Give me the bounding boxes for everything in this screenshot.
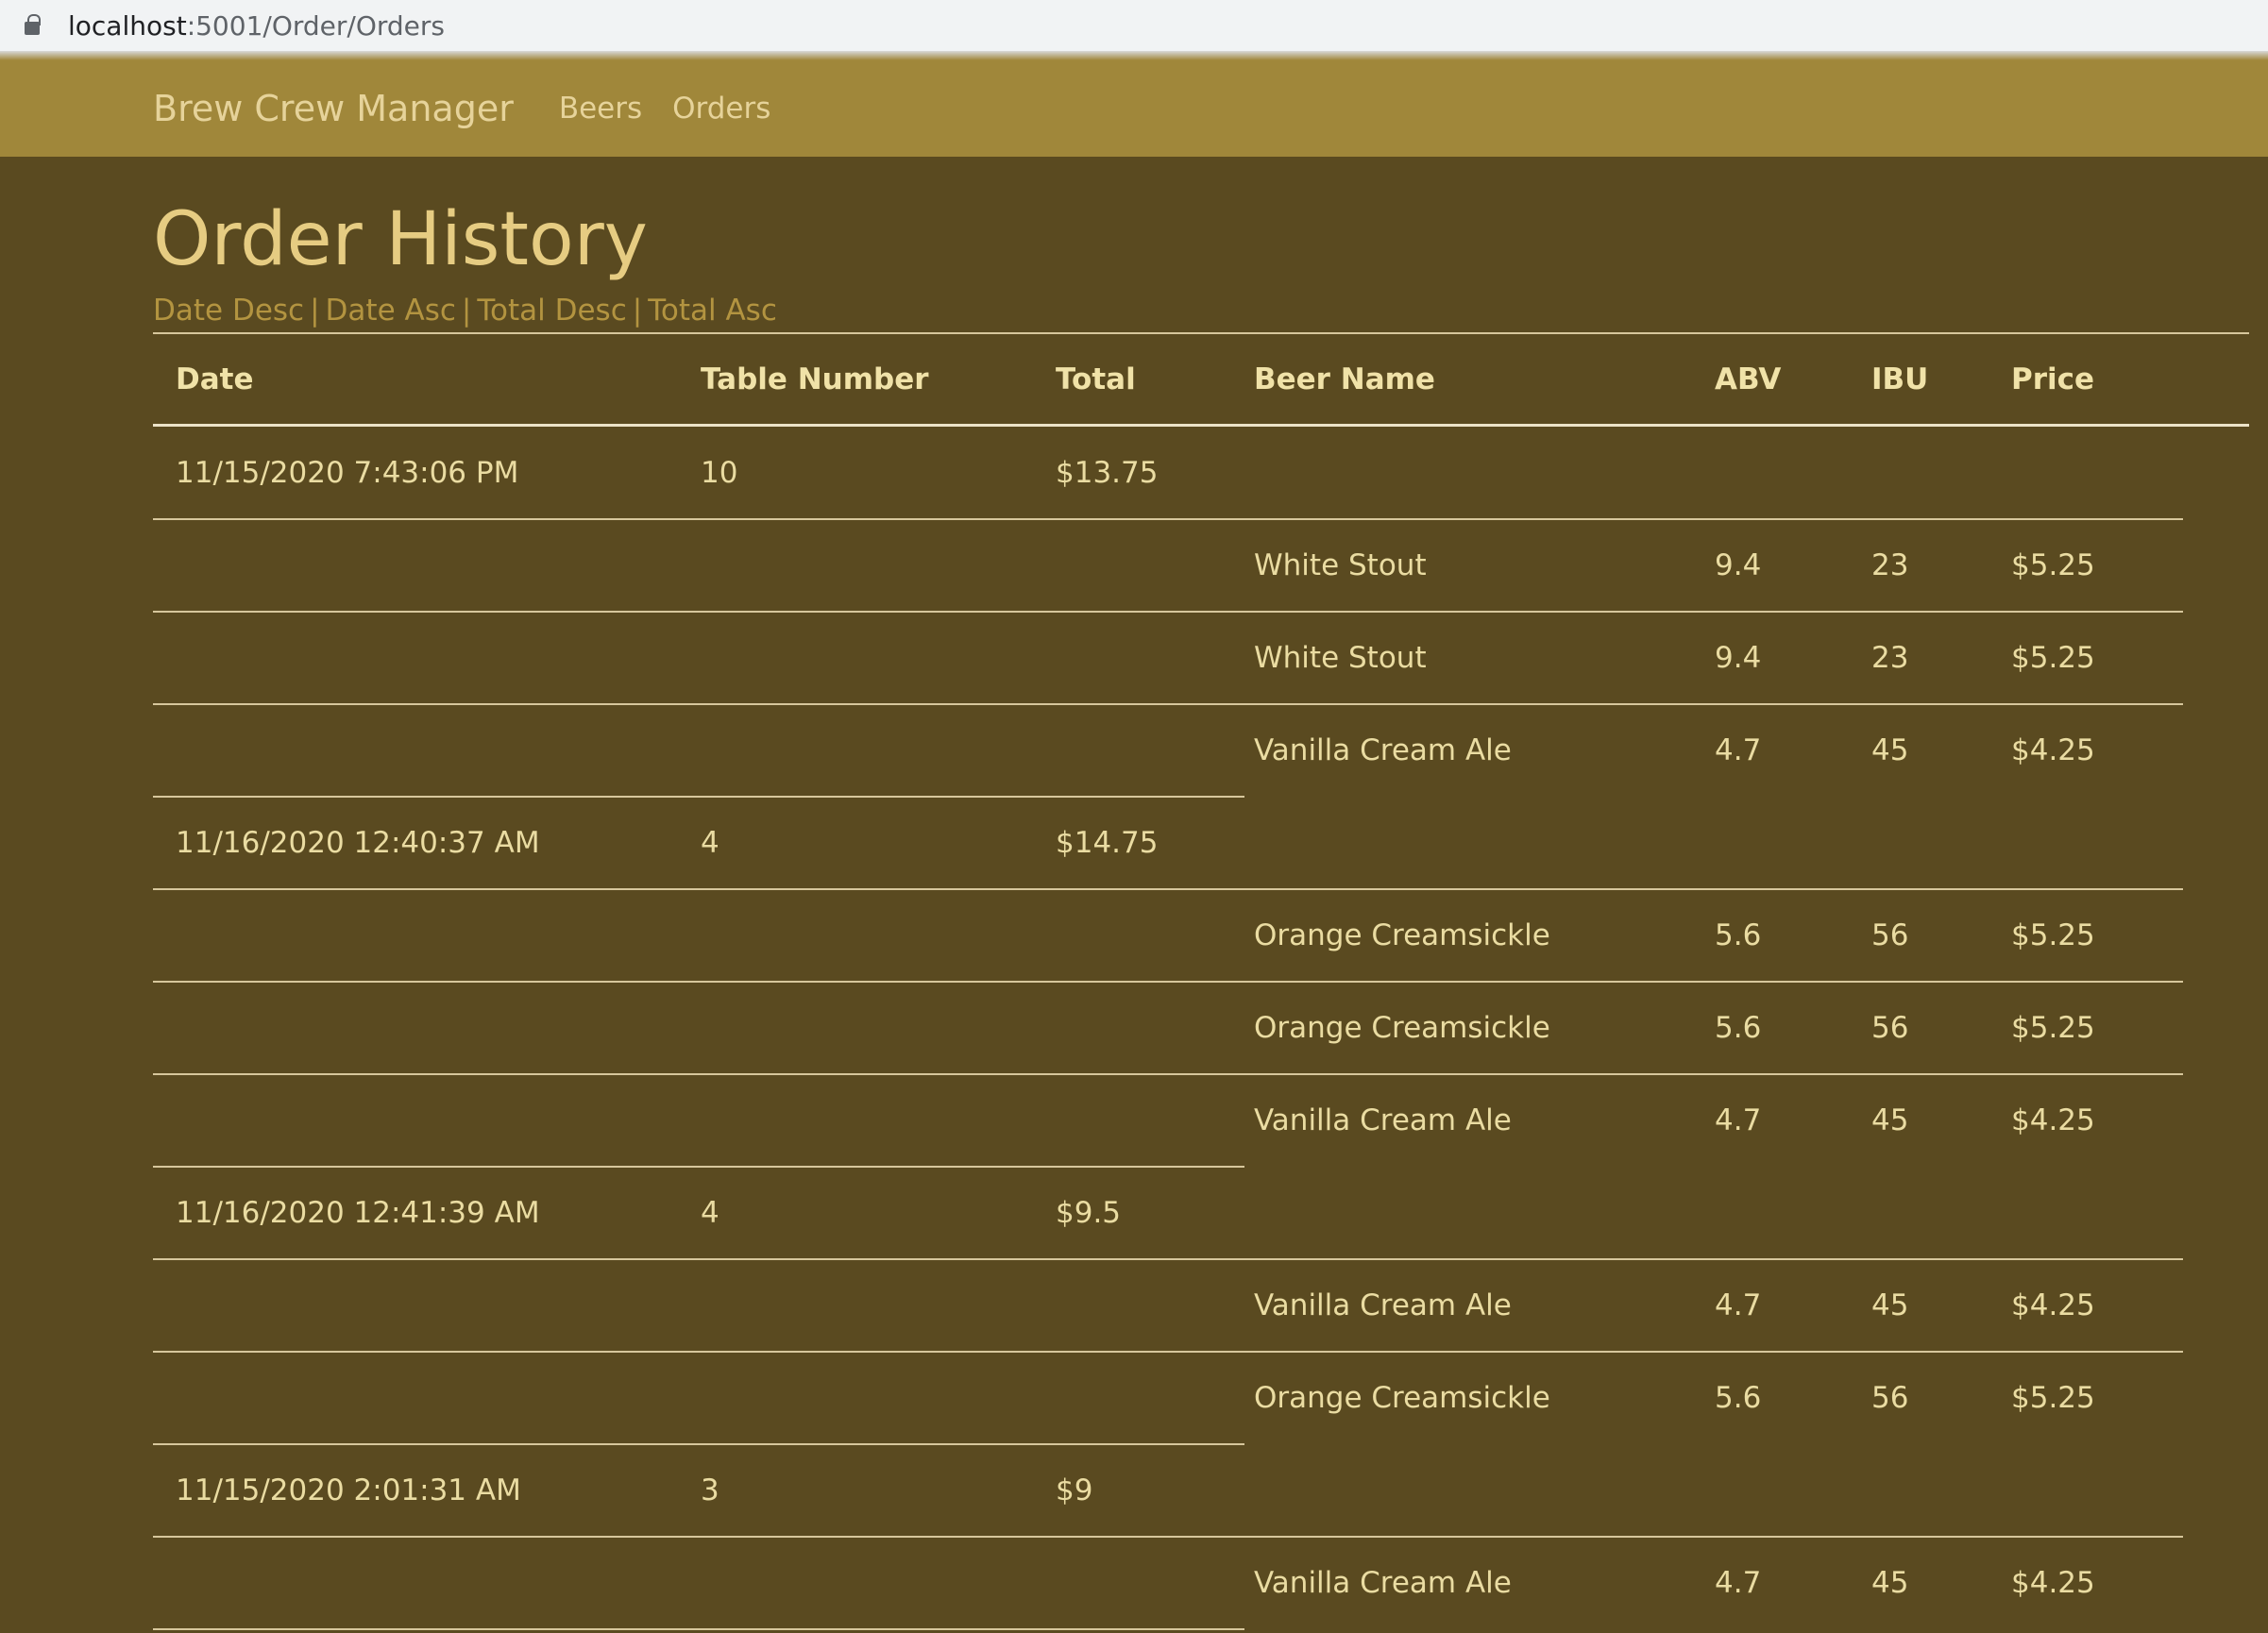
header-total: Total bbox=[1056, 362, 1136, 396]
sort-date-desc-link[interactable]: Date Desc bbox=[153, 294, 304, 328]
item-beer-name: Vanilla Cream Ale bbox=[1254, 1103, 1512, 1137]
order-total: $14.75 bbox=[1056, 826, 1159, 860]
order-row: 11/15/2020 2:01:31 AM 3 $9 bbox=[153, 1444, 2249, 1538]
item-beer-name: Vanilla Cream Ale bbox=[1254, 1288, 1512, 1322]
url-path: :5001/Order/Orders bbox=[186, 9, 445, 42]
order-table-number: 4 bbox=[701, 826, 719, 860]
sort-links: Date Desc | Date Asc | Total Desc | Total Asc bbox=[153, 289, 2249, 332]
item-beer-name: White Stout bbox=[1254, 641, 1427, 675]
item-abv: 4.7 bbox=[1715, 1288, 1762, 1322]
beer-item-row: Orange Creamsickle 5.6 56 $5.25 bbox=[153, 1352, 2249, 1445]
item-ibu: 45 bbox=[1871, 1288, 1909, 1322]
item-price: $5.25 bbox=[2011, 548, 2095, 582]
item-beer-name: Vanilla Cream Ale bbox=[1254, 733, 1512, 767]
item-ibu: 45 bbox=[1871, 1103, 1909, 1137]
app-navbar: Brew Crew Manager Beers Orders bbox=[0, 60, 2268, 157]
item-price: $5.25 bbox=[2011, 641, 2095, 675]
order-row: 11/16/2020 12:40:37 AM 4 $14.75 bbox=[153, 797, 2249, 890]
item-price: $5.25 bbox=[2011, 1011, 2095, 1045]
header-date: Date bbox=[176, 362, 254, 396]
item-ibu: 23 bbox=[1871, 641, 1909, 675]
beer-item-row: Vanilla Cream Ale 4.7 45 $4.25 bbox=[153, 1537, 2249, 1630]
beer-item-row: Vanilla Cream Ale 4.7 45 $4.25 bbox=[153, 1259, 2249, 1353]
order-date: 11/15/2020 7:43:06 PM bbox=[176, 456, 519, 490]
header-beer-name: Beer Name bbox=[1254, 362, 1435, 396]
nav-link-orders[interactable]: Orders bbox=[672, 92, 770, 126]
order-table-number: 10 bbox=[701, 456, 738, 490]
item-abv: 4.7 bbox=[1715, 1103, 1762, 1137]
beer-item-row: Orange Creamsickle 5.6 56 $5.25 bbox=[153, 982, 2249, 1075]
row-divider bbox=[153, 1628, 1244, 1630]
page-title: Order History bbox=[153, 197, 648, 282]
nav-link-beers[interactable]: Beers bbox=[559, 92, 642, 126]
order-total: $9.5 bbox=[1056, 1196, 1122, 1230]
sort-separator: | bbox=[461, 294, 472, 328]
beer-item-row: Vanilla Cream Ale 4.7 45 $4.25 bbox=[153, 704, 2249, 798]
order-date: 11/16/2020 12:40:37 AM bbox=[176, 826, 540, 860]
item-price: $5.25 bbox=[2011, 1381, 2095, 1415]
item-beer-name: Orange Creamsickle bbox=[1254, 1381, 1550, 1415]
item-price: $4.25 bbox=[2011, 1103, 2095, 1137]
item-ibu: 45 bbox=[1871, 733, 1909, 767]
item-abv: 4.7 bbox=[1715, 1566, 1762, 1600]
header-ibu: IBU bbox=[1871, 362, 1929, 396]
main-content: Order History Date Desc | Date Asc | Total D… bbox=[153, 157, 2249, 1630]
order-total: $9 bbox=[1056, 1473, 1093, 1507]
browser-divider bbox=[0, 51, 2268, 60]
item-abv: 4.7 bbox=[1715, 733, 1762, 767]
order-history-table: Date Table Number Total Beer Name ABV IB… bbox=[153, 332, 2249, 1630]
sort-separator: | bbox=[310, 294, 320, 328]
sort-separator: | bbox=[632, 294, 643, 328]
header-abv: ABV bbox=[1715, 362, 1782, 396]
item-price: $4.25 bbox=[2011, 733, 2095, 767]
order-row: 11/15/2020 7:43:06 PM 10 $13.75 bbox=[153, 427, 2249, 520]
item-abv: 5.6 bbox=[1715, 1011, 1762, 1045]
table-header: Date Table Number Total Beer Name ABV IB… bbox=[153, 334, 2249, 427]
item-ibu: 23 bbox=[1871, 548, 1909, 582]
order-date: 11/15/2020 2:01:31 AM bbox=[176, 1473, 521, 1507]
order-table-number: 4 bbox=[701, 1196, 719, 1230]
sort-total-desc-link[interactable]: Total Desc bbox=[477, 294, 626, 328]
brand-link[interactable]: Brew Crew Manager bbox=[153, 88, 514, 129]
beer-item-row: White Stout 9.4 23 $5.25 bbox=[153, 519, 2249, 613]
beer-item-row: Vanilla Cream Ale 4.7 45 $4.25 bbox=[153, 1074, 2249, 1168]
item-ibu: 45 bbox=[1871, 1566, 1909, 1600]
order-row: 11/16/2020 12:41:39 AM 4 $9.5 bbox=[153, 1167, 2249, 1260]
item-beer-name: Orange Creamsickle bbox=[1254, 1011, 1550, 1045]
order-table-number: 3 bbox=[701, 1473, 719, 1507]
item-beer-name: White Stout bbox=[1254, 548, 1427, 582]
browser-url-bar[interactable]: localhost:5001/Order/Orders bbox=[0, 0, 2268, 51]
item-ibu: 56 bbox=[1871, 918, 1909, 952]
item-price: $4.25 bbox=[2011, 1288, 2095, 1322]
lock-icon bbox=[25, 14, 41, 35]
item-abv: 5.6 bbox=[1715, 1381, 1762, 1415]
item-price: $4.25 bbox=[2011, 1566, 2095, 1600]
sort-date-asc-link[interactable]: Date Asc bbox=[326, 294, 456, 328]
item-price: $5.25 bbox=[2011, 918, 2095, 952]
item-ibu: 56 bbox=[1871, 1011, 1909, 1045]
order-total: $13.75 bbox=[1056, 456, 1159, 490]
item-beer-name: Vanilla Cream Ale bbox=[1254, 1566, 1512, 1600]
item-beer-name: Orange Creamsickle bbox=[1254, 918, 1550, 952]
header-table-number: Table Number bbox=[701, 362, 929, 396]
header-price: Price bbox=[2011, 362, 2095, 396]
url-host: localhost bbox=[68, 9, 187, 42]
item-ibu: 56 bbox=[1871, 1381, 1909, 1415]
item-abv: 9.4 bbox=[1715, 641, 1762, 675]
beer-item-row: Orange Creamsickle 5.6 56 $5.25 bbox=[153, 889, 2249, 983]
beer-item-row: White Stout 9.4 23 $5.25 bbox=[153, 612, 2249, 705]
order-date: 11/16/2020 12:41:39 AM bbox=[176, 1196, 540, 1230]
sort-total-asc-link[interactable]: Total Asc bbox=[648, 294, 777, 328]
item-abv: 9.4 bbox=[1715, 548, 1762, 582]
item-abv: 5.6 bbox=[1715, 918, 1762, 952]
table-body: 11/15/2020 7:43:06 PM 10 $13.75 White Stout… bbox=[153, 427, 2249, 1630]
